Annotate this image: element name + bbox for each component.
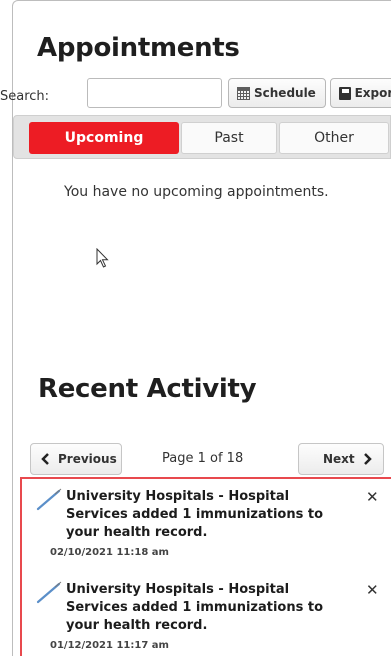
appointment-tabs: Upcoming Past Other: [13, 115, 391, 159]
schedule-label: Schedule: [254, 86, 316, 100]
calendar-icon: [237, 86, 250, 100]
next-label: Next: [323, 452, 355, 466]
page-indicator: Page 1 of 18: [162, 451, 244, 466]
next-button[interactable]: Next: [298, 443, 384, 475]
appointments-title: Appointments: [37, 33, 240, 63]
empty-appointments-message: You have no upcoming appointments.: [64, 184, 329, 200]
mouse-pointer-icon: [96, 248, 109, 268]
activity-timestamp: 01/12/2021 11:17 am: [50, 640, 169, 651]
chevron-left-icon: [41, 453, 49, 465]
tab-past[interactable]: Past: [181, 122, 277, 154]
export-button[interactable]: Export: [330, 78, 391, 108]
syringe-icon: [36, 488, 62, 511]
chevron-right-icon: [363, 453, 372, 465]
search-label: Search:: [0, 89, 50, 104]
close-icon[interactable]: ✕: [366, 581, 379, 599]
export-label: Export: [354, 86, 391, 100]
close-icon[interactable]: ✕: [366, 488, 379, 506]
previous-label: Previous: [58, 452, 117, 466]
tab-upcoming[interactable]: Upcoming: [29, 122, 179, 154]
search-input[interactable]: [87, 78, 222, 108]
activity-timestamp: 02/10/2021 11:18 am: [50, 547, 169, 558]
save-icon: [339, 86, 351, 100]
previous-button[interactable]: Previous: [30, 443, 122, 475]
schedule-button[interactable]: Schedule: [228, 78, 326, 108]
recent-activity-title: Recent Activity: [38, 374, 257, 404]
syringe-icon: [36, 581, 62, 604]
activity-text: University Hospitals - Hospital Services…: [66, 489, 324, 540]
activity-text: University Hospitals - Hospital Services…: [66, 582, 324, 633]
tab-other[interactable]: Other: [279, 122, 389, 154]
